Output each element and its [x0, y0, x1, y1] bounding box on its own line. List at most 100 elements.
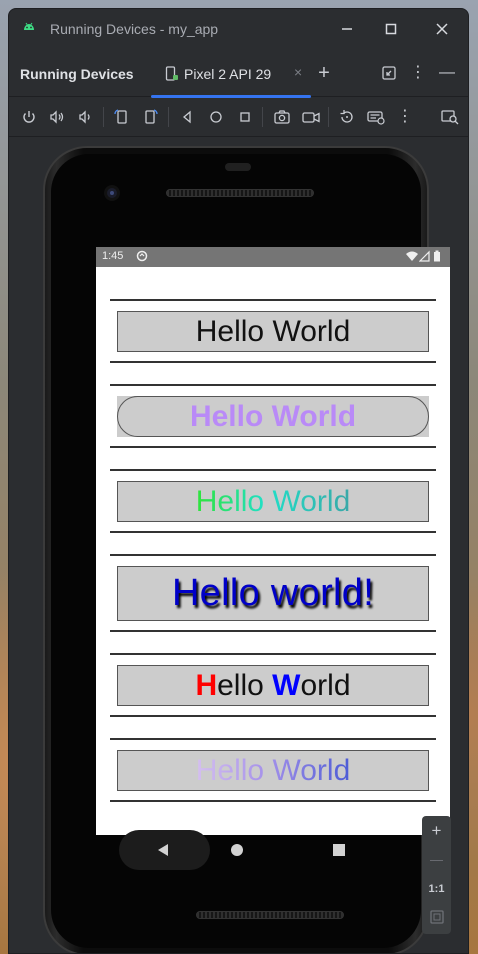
window-title: Running Devices - my_app: [50, 21, 219, 37]
minimize-icon: [342, 28, 352, 30]
rotate-left-icon: [114, 109, 127, 124]
device-inspector-button[interactable]: [438, 105, 462, 129]
blue-letter: W: [272, 668, 301, 702]
fit-screen-icon: [429, 910, 444, 924]
device-viewport: 1:45 Hello World Hello World Hello World…: [9, 138, 468, 953]
divider-line: [110, 384, 436, 386]
rotate-left-button[interactable]: [110, 105, 134, 129]
options-menu-icon[interactable]: ⋮: [407, 62, 429, 84]
screenshot-button[interactable]: [270, 105, 294, 129]
hello-world-faded-label: Hello World: [117, 750, 429, 791]
divider-line: [110, 738, 436, 740]
overview-button[interactable]: [233, 105, 257, 129]
divider-line: [110, 715, 436, 717]
divider-line: [110, 469, 436, 471]
volume-up-icon: [50, 110, 64, 124]
data-saver-icon: [136, 250, 148, 262]
restore-layout-button[interactable]: [378, 62, 400, 84]
divider-line: [110, 800, 436, 802]
hello-world-shadow-label: Hello world!: [117, 566, 429, 621]
inspect-icon: [441, 110, 459, 125]
divider-line: [110, 531, 436, 533]
android-status-bar: 1:45: [96, 247, 450, 267]
shadow-text: Hello world!: [171, 572, 375, 614]
phone-device-icon: [165, 66, 178, 81]
back-button[interactable]: [175, 105, 199, 129]
faded-text: Hello World: [195, 753, 351, 787]
divider-line: [110, 299, 436, 301]
divider-line: [110, 653, 436, 655]
video-camera-icon: [302, 112, 320, 123]
status-time: 1:45: [102, 250, 124, 262]
tab-close-icon[interactable]: ×: [294, 64, 302, 80]
more-options-icon[interactable]: ⋮: [393, 105, 417, 129]
hello-world-mixed-color-label: Hello World: [117, 665, 429, 706]
reset-button[interactable]: [335, 105, 359, 129]
bottom-speaker-grille: [196, 911, 344, 919]
home-button[interactable]: [204, 105, 228, 129]
back-triangle-icon: [158, 844, 168, 856]
divider-line: [110, 361, 436, 363]
divider-line: [110, 630, 436, 632]
wifi-icon: [406, 251, 418, 261]
volume-down-button[interactable]: [73, 105, 97, 129]
close-window-button[interactable]: [430, 17, 454, 41]
divider-line: [110, 554, 436, 556]
power-icon: [23, 111, 35, 123]
reset-icon: [340, 110, 353, 123]
volume-down-icon: [79, 110, 90, 124]
device-settings-button[interactable]: [364, 105, 388, 129]
actual-size-button[interactable]: 1:1: [422, 876, 451, 902]
toolbar-separator: [168, 107, 169, 127]
toolbar-separator: [328, 107, 329, 127]
device-frame: 1:45 Hello World Hello World Hello World…: [43, 146, 450, 953]
home-icon: [210, 111, 222, 123]
toolbar-separator: [103, 107, 104, 127]
title-bar: Running Devices - my_app: [9, 9, 468, 49]
plain-text: ello: [217, 668, 273, 702]
hello-world-plain-label: Hello World: [117, 311, 429, 352]
zoom-in-button[interactable]: +: [422, 818, 451, 844]
maximize-icon: [385, 23, 397, 35]
divider-line: [110, 446, 436, 448]
purple-text: Hello World: [189, 399, 357, 433]
volume-up-button[interactable]: [45, 105, 69, 129]
screen-record-button[interactable]: [299, 105, 323, 129]
plain-text: orld: [300, 668, 351, 702]
device-toolbar: ⋮: [9, 97, 468, 137]
hello-world-gradient-label: Hello World: [117, 481, 429, 522]
device-screen[interactable]: 1:45 Hello World Hello World Hello World…: [96, 247, 450, 835]
recents-square-icon[interactable]: [332, 843, 346, 857]
battery-icon: [434, 250, 440, 262]
restore-icon: [382, 66, 396, 80]
earpiece: [225, 163, 251, 171]
overview-icon: [240, 112, 250, 122]
power-button[interactable]: [17, 105, 41, 129]
tool-window-header: Running Devices Pixel 2 API 29 × + ⋮ —: [9, 49, 468, 98]
minimize-tool-window-icon[interactable]: —: [436, 62, 458, 84]
cellular-signal-icon: [419, 250, 430, 262]
maximize-window-button[interactable]: [379, 17, 403, 41]
rotate-right-icon: [145, 109, 158, 124]
tab-pixel-2-api-29[interactable]: Pixel 2 API 29 ×: [151, 49, 311, 98]
device-tab-label: Pixel 2 API 29: [184, 66, 272, 82]
minimize-window-button[interactable]: [335, 17, 359, 41]
tool-window-title: Running Devices: [20, 66, 134, 82]
nav-back-button[interactable]: [119, 830, 210, 870]
close-icon: [436, 23, 448, 35]
home-circle-icon[interactable]: [230, 843, 244, 857]
android-studio-icon: [24, 22, 34, 30]
zoom-controls: + — 1:1: [422, 816, 451, 934]
toolbar-separator: [262, 107, 263, 127]
hello-world-purple-pill-label: Hello World: [117, 396, 429, 437]
add-device-icon[interactable]: +: [313, 62, 335, 84]
camera-icon: [274, 110, 290, 124]
keyboard-settings-icon: [367, 111, 385, 125]
fit-screen-button[interactable]: [422, 904, 451, 930]
front-camera-icon: [104, 185, 120, 201]
back-icon: [182, 110, 191, 124]
red-letter: H: [195, 668, 218, 702]
rotate-right-button[interactable]: [138, 105, 162, 129]
gradient-text: Hello World: [195, 484, 351, 518]
zoom-out-button[interactable]: —: [422, 847, 451, 873]
